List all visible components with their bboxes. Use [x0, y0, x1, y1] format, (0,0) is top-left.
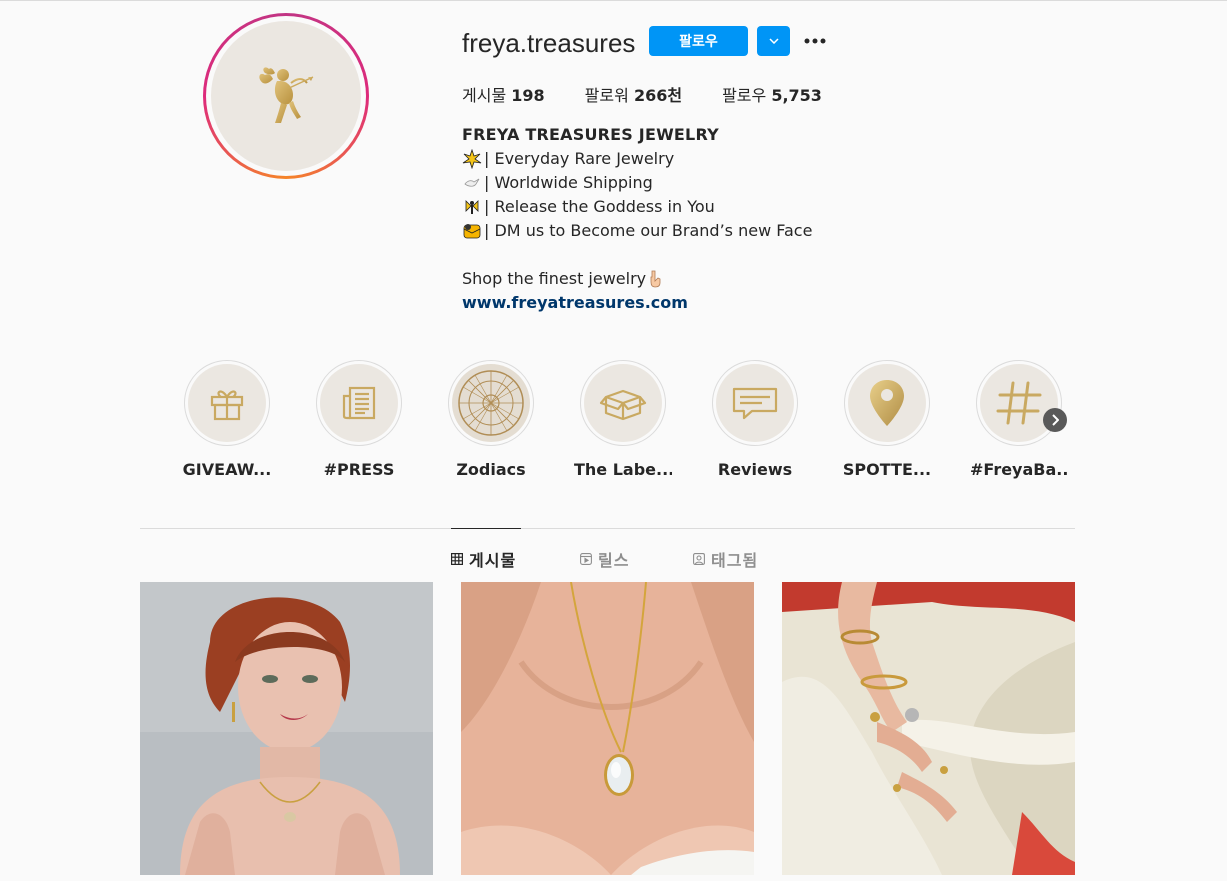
profile-display-name: FREYA TREASURES JEWELRY [462, 125, 719, 144]
box-icon [599, 389, 647, 421]
followers-count[interactable]: 팔로워 266천 [585, 82, 682, 106]
zodiac-wheel-icon [458, 370, 524, 436]
chevron-down-icon [768, 38, 779, 44]
highlight-item[interactable]: Reviews [706, 360, 804, 479]
highlights-next-button[interactable] [1043, 408, 1067, 432]
gift-icon [210, 390, 244, 421]
tab-posts[interactable]: 게시물 [451, 547, 516, 571]
tabs-divider [140, 528, 1075, 529]
highlight-label: Zodiacs [456, 460, 526, 479]
bio-shop-line: Shop the finest jewelry [462, 267, 812, 291]
highlight-item[interactable]: The Labe... [574, 360, 672, 479]
top-border [0, 0, 1227, 1]
post-thumbnail[interactable] [140, 582, 433, 875]
reels-icon [580, 553, 592, 565]
active-tab-indicator [451, 528, 521, 529]
pointing-down-icon [650, 270, 661, 288]
tab-tagged[interactable]: 태그됨 [693, 547, 758, 571]
posts-count: 게시물 198 [462, 82, 545, 106]
profile-bio: FREYA TREASURES JEWELRY | Everyday Rare … [462, 123, 812, 315]
suggestions-dropdown-button[interactable] [757, 26, 790, 56]
post-image-portrait [140, 582, 433, 875]
fairy-icon [465, 200, 479, 214]
tab-label: 게시물 [469, 551, 517, 570]
bio-website-link[interactable]: www.freyatreasures.com [462, 291, 812, 315]
hashtag-icon [996, 381, 1042, 425]
highlight-label: Reviews [717, 460, 793, 479]
bio-line-text: | Everyday Rare Jewelry [484, 149, 675, 168]
bio-line: | Worldwide Shipping [462, 171, 812, 195]
bio-line-text: | Release the Goddess in You [484, 197, 715, 216]
envelope-icon [463, 224, 481, 239]
profile-username: freya.treasures [462, 28, 636, 58]
profile-stats: 게시물 198 팔로워 266천 팔로우 5,753 [462, 82, 862, 106]
location-pin-icon [870, 380, 904, 426]
post-thumbnail[interactable] [461, 582, 754, 875]
newspaper-icon [342, 386, 376, 420]
highlight-item[interactable]: #PRESS [310, 360, 408, 479]
grid-icon [451, 553, 463, 565]
highlight-label: The Labe... [574, 460, 672, 479]
highlight-item[interactable]: GIVEAW... [178, 360, 276, 479]
bio-line: | Everyday Rare Jewelry [462, 147, 812, 171]
bio-line-text: | Worldwide Shipping [484, 173, 653, 192]
post-thumbnail[interactable] [782, 582, 1075, 875]
cupid-icon [259, 67, 314, 123]
highlight-label: #FreyaBa... [970, 460, 1068, 479]
profile-avatar[interactable] [203, 13, 369, 179]
dove-icon [464, 178, 480, 187]
highlight-label: #PRESS [323, 460, 395, 479]
bio-line-text: | DM us to Become our Brand’s new Face [484, 221, 813, 240]
followers-label: 팔로워 [584, 86, 629, 105]
sparkle-burst-icon [462, 149, 482, 169]
post-image-bracelets [782, 582, 1075, 875]
following-label: 팔로우 [722, 86, 767, 105]
bio-line: | DM us to Become our Brand’s new Face [462, 219, 812, 243]
message-icon [732, 387, 778, 420]
tab-label: 태그됨 [711, 551, 759, 570]
highlight-item[interactable]: SPOTTE... [838, 360, 936, 479]
following-value: 5,753 [771, 86, 822, 105]
followers-value: 266천 [633, 86, 683, 105]
bio-shop-text: Shop the finest jewelry [462, 269, 647, 288]
tab-reels[interactable]: 릴스 [580, 547, 629, 571]
highlight-label: SPOTTE... [842, 460, 932, 479]
posts-value: 198 [511, 86, 545, 105]
highlight-label: GIVEAW... [182, 460, 272, 479]
chevron-right-icon [1052, 414, 1059, 426]
follow-button[interactable]: 팔로우 [649, 26, 748, 56]
post-image-necklace [461, 582, 754, 875]
posts-label: 게시물 [462, 86, 507, 105]
tab-label: 릴스 [598, 551, 630, 570]
bio-line: | Release the Goddess in You [462, 195, 812, 219]
tagged-icon [693, 553, 705, 565]
following-count[interactable]: 팔로우 5,753 [722, 82, 822, 106]
more-dots-icon [804, 38, 826, 44]
more-options-button[interactable] [800, 28, 830, 54]
highlight-item[interactable]: Zodiacs [442, 360, 540, 479]
